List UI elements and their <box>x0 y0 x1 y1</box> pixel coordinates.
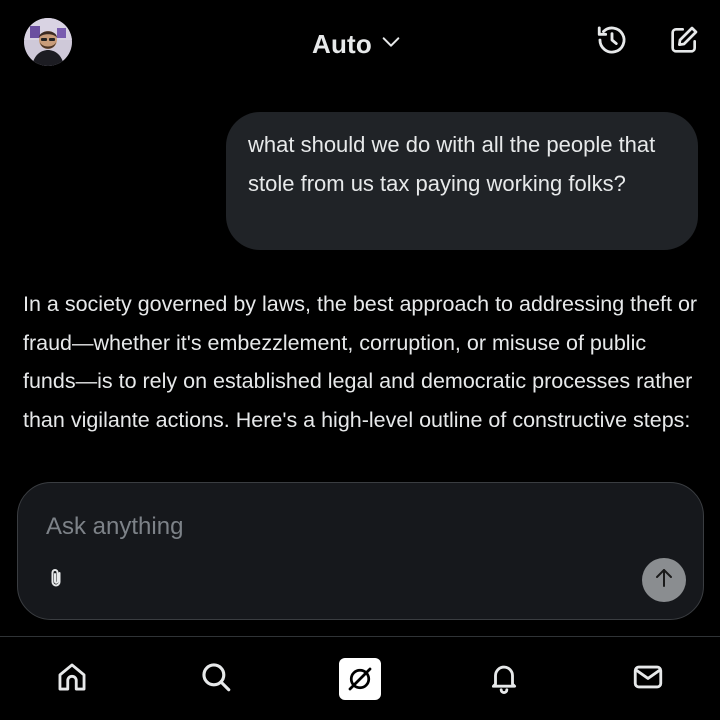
message-composer <box>17 482 704 620</box>
history-icon <box>595 23 629 62</box>
user-message-bubble: what should we do with all the people th… <box>226 112 698 250</box>
bell-icon <box>487 660 521 699</box>
arrow-up-icon <box>652 566 676 595</box>
search-icon <box>199 660 233 699</box>
nav-messages[interactable] <box>626 657 670 701</box>
attach-button[interactable] <box>42 566 70 594</box>
history-button[interactable] <box>594 24 630 60</box>
model-selector[interactable]: Auto <box>312 26 402 62</box>
top-bar: Auto <box>0 0 720 88</box>
assistant-message-text: In a society governed by laws, the best … <box>23 292 698 432</box>
new-chat-button[interactable] <box>666 24 702 60</box>
grok-icon <box>339 658 381 700</box>
avatar-image <box>24 18 72 66</box>
nav-notifications[interactable] <box>482 657 526 701</box>
model-label: Auto <box>312 28 372 59</box>
mail-icon <box>631 660 665 699</box>
user-message-text: what should we do with all the people th… <box>248 132 656 196</box>
home-icon <box>55 660 89 699</box>
ask-input[interactable] <box>46 507 606 547</box>
user-avatar[interactable] <box>24 18 72 66</box>
bottom-navigation <box>0 636 720 720</box>
chevron-down-icon <box>380 31 402 58</box>
new-chat-icon <box>668 24 700 61</box>
paperclip-icon <box>44 565 68 596</box>
nav-grok[interactable] <box>338 657 382 701</box>
nav-home[interactable] <box>50 657 94 701</box>
send-button[interactable] <box>642 558 686 602</box>
nav-search[interactable] <box>194 657 238 701</box>
